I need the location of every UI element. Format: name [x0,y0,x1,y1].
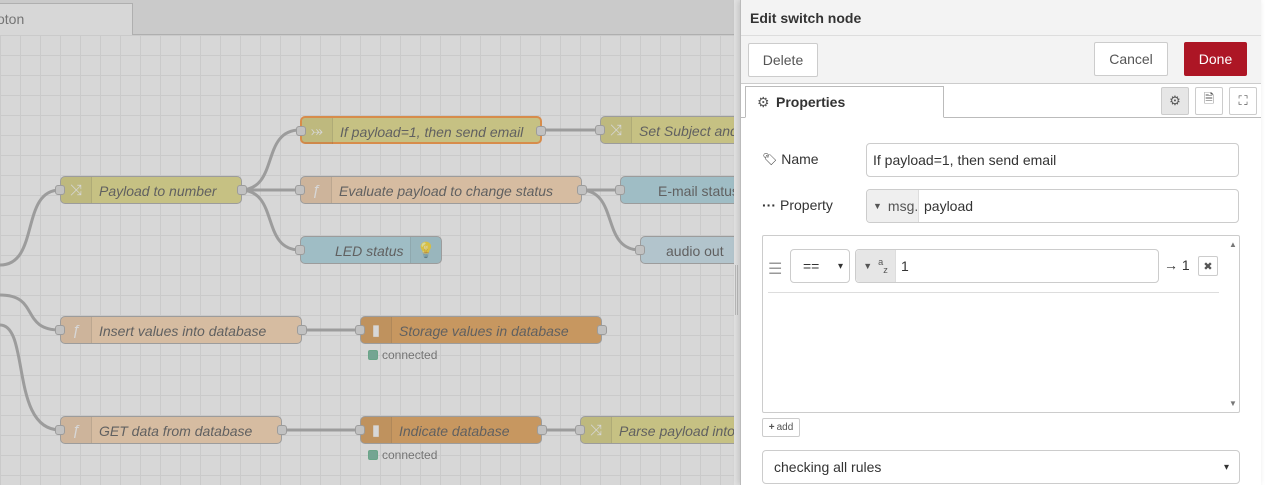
rule-operator-select[interactable]: == ▾ [790,249,850,283]
gear-icon: ⚙ [1169,93,1181,108]
name-label: Name [781,151,819,167]
scroll-down-icon[interactable]: ▼ [1229,399,1237,408]
close-icon: ✖ [1203,260,1213,273]
flow-workspace: oton ⤨ Payload to number ⤖ If payload=1,… [0,0,734,485]
property-row-label: ··· Property [762,197,833,213]
done-button[interactable]: Done [1184,42,1247,76]
tray-toolbar: Delete Cancel Done [741,36,1261,84]
edit-tray: Edit switch node Delete Cancel Done ⚙ Pr… [740,0,1261,485]
plus-icon: + [768,422,775,433]
node-description-button[interactable]: 🗎 [1195,87,1223,115]
caret-down-icon: ▼ [863,261,873,271]
workspace-overlay [0,0,734,485]
string-type-icon: az [878,257,888,275]
add-label: add [776,422,794,433]
rules-list[interactable]: ☰ == ▾ ▼ az 1 → 1 ✖ ▲ ▼ [762,235,1240,413]
property-type-select[interactable]: ▼ msg. [867,190,919,222]
gear-icon: ⚙ [757,94,770,110]
node-appearance-button[interactable]: ⛶ [1229,87,1257,115]
tag-icon: 🏷 [762,152,778,166]
tray-title: Edit switch node [750,10,862,26]
rules-scrollbar[interactable]: ▲ ▼ [1227,236,1239,412]
add-rule-button[interactable]: + add [762,418,800,437]
tray-tabs: ⚙ Properties ⚙ 🗎 ⛶ [741,84,1261,118]
drag-handle-icon[interactable]: ☰ [768,259,782,279]
chevron-down-icon: ▾ [837,260,843,272]
delete-button[interactable]: Delete [748,43,818,77]
name-row-label: 🏷 Name [762,151,819,167]
rule-row: ☰ == ▾ ▼ az 1 → 1 ✖ [768,249,1219,293]
grip-icon [735,265,738,315]
caret-down-icon: ▼ [873,201,882,211]
property-value[interactable]: payload [924,198,973,214]
document-icon: 🗎 [1203,91,1215,106]
checking-mode-select[interactable]: checking all rules ▾ [762,450,1240,484]
name-input[interactable]: If payload=1, then send email [866,143,1239,177]
tray-header: Edit switch node [741,0,1261,36]
cancel-button[interactable]: Cancel [1094,42,1168,76]
remove-rule-button[interactable]: ✖ [1198,256,1218,276]
rule-output-label: → 1 [1164,257,1190,273]
property-typed-input[interactable]: ▼ msg. payload [866,189,1239,223]
frame-icon: ⛶ [1238,93,1248,108]
tab-properties[interactable]: ⚙ Properties [745,86,944,118]
scroll-up-icon[interactable]: ▲ [1229,240,1237,249]
rule-value-type-select[interactable]: ▼ az [856,250,896,282]
property-label: Property [780,197,833,213]
property-type-label: msg. [887,198,919,214]
tab-label: Properties [776,94,846,110]
ellipsis-icon: ··· [762,197,776,213]
node-settings-button[interactable]: ⚙ [1161,87,1189,115]
checking-mode-value: checking all rules [774,459,882,475]
rule-value[interactable]: 1 [901,258,909,274]
rule-value-input[interactable]: ▼ az 1 [855,249,1159,283]
chevron-down-icon: ▾ [1223,461,1229,473]
rule-operator-value: == [803,258,820,274]
